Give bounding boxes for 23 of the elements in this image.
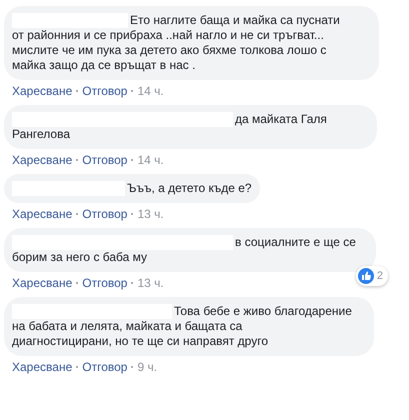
comment-text: Рангелова <box>12 127 70 142</box>
comment-text: Ъъъ, а детето къде е? <box>127 181 252 196</box>
action-link[interactable]: Харесване <box>12 84 72 98</box>
comment-text: диагностицирани, но те ще си направят друго <box>12 334 268 349</box>
action-link[interactable]: Отговор <box>82 276 128 290</box>
action-link[interactable]: Харесване <box>12 360 72 374</box>
action-link[interactable]: Харесване <box>12 153 72 167</box>
like-icon <box>358 268 374 284</box>
action-link[interactable]: Отговор <box>82 360 128 374</box>
action-link[interactable]: Харесване <box>12 207 72 221</box>
comment-text: мислите че им пука за детето ако бяхме толкова лошо с <box>12 43 326 58</box>
comment-text: Ето наглите баща и майка са пуснати <box>130 13 340 28</box>
comment-text: борим за него с баба му <box>12 250 148 265</box>
comment-text: на бабата и лелята, майката и бащата са <box>12 319 242 334</box>
comment-text: в социалните е ще се <box>235 235 356 250</box>
action-link[interactable]: Отговор <box>82 207 128 221</box>
comment-text: майка защо да се връщат в нас . <box>12 58 196 73</box>
comment-text: от районния и се прибраха ..най нагло и не си тръгват... <box>12 28 324 43</box>
comment-text: Това бебе е живо благодарение <box>174 304 352 319</box>
action-link[interactable]: Отговор <box>82 153 128 167</box>
comment-text: да майката Галя <box>235 112 327 127</box>
action-link[interactable]: Харесване <box>12 276 72 290</box>
action-link[interactable]: Отговор <box>82 84 128 98</box>
